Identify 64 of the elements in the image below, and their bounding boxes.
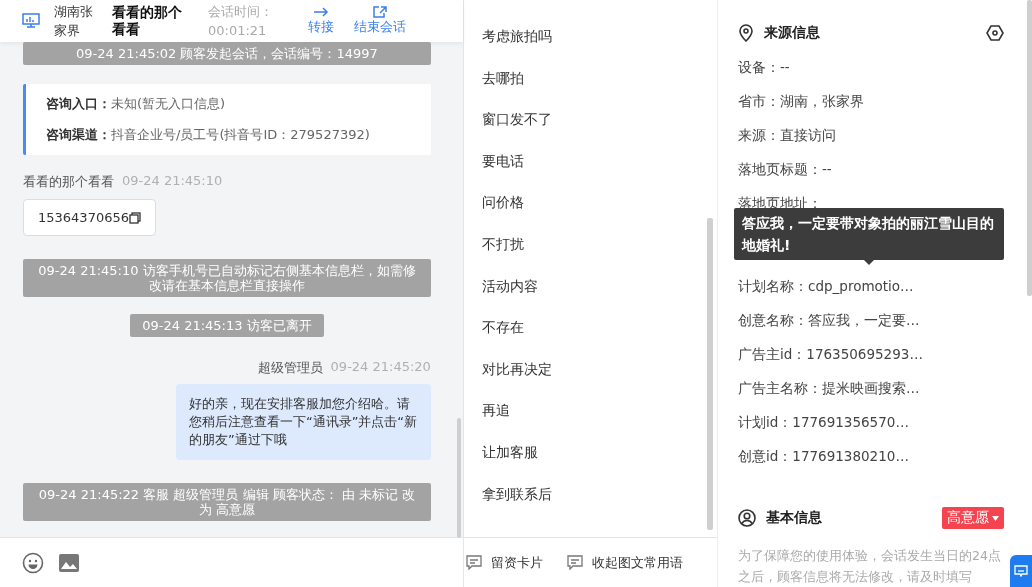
info-row-text: 咨询入口：未知(暂无入口信息) (46, 95, 227, 113)
message-time: 09-24 21:45:20 (330, 359, 431, 376)
emoji-icon[interactable] (22, 551, 44, 574)
message-time: 09-24 21:45:10 (122, 173, 223, 190)
arrow-right-icon (313, 6, 329, 18)
phone-number: 15364370656 (38, 210, 129, 225)
message-icon (566, 555, 583, 570)
info-row-text: 广告主名称：提米映画搜索… (738, 378, 921, 398)
scrollbar-icon (1027, 0, 1032, 296)
system-message: 09-24 21:45:22 客服 超级管理员 编辑 顾客状态： 由 未标记 改为 高意愿 (23, 483, 431, 521)
quick-reply[interactable]: 对比再决定 (481, 348, 552, 391)
quick-reply[interactable]: 不存在 (481, 307, 524, 349)
system-message: 09-24 21:45:10 访客手机号已自动标记右侧基本信息栏，如需修改请在基本信息栏直接操作 (23, 259, 431, 297)
message-bubble: 好的亲，现在安排客服加您介绍哈。请您稍后注意查看一下“通讯录”并点击“新的朋友”通过下哦 (175, 384, 431, 460)
settings-icon[interactable] (986, 24, 1004, 41)
quick-reply[interactable]: 活动内容 (481, 265, 538, 308)
quick-reply[interactable]: 去哪拍 (481, 57, 524, 100)
quick-reply[interactable]: 让加客服 (481, 431, 538, 474)
tooltip: 答应我，一定要带对象拍的丽江雪山目的地婚礼! (734, 207, 1004, 260)
info-row-text: 落地页标题：-- (738, 159, 833, 179)
message-icon (465, 555, 482, 570)
visitor-location: 湖南张家界 (54, 3, 94, 40)
section-title: 来源信息 (764, 23, 821, 42)
header-action-button[interactable]: 转接 (308, 6, 334, 36)
visitor-name: 看看的那个看看 (112, 4, 183, 38)
sender-name: 超级管理员 (257, 359, 323, 377)
scrollbar-icon (707, 218, 713, 530)
quick-reply[interactable]: 考虑旅拍吗 (481, 16, 552, 58)
info-row-text: 设备：-- (738, 57, 791, 77)
copy-icon (129, 211, 141, 224)
quick-reply[interactable]: 拿到联系后 (481, 473, 552, 516)
section-title: 基本信息 (766, 509, 823, 528)
monitor-icon (22, 13, 40, 29)
session-duration: 会话时间： 00:01:21 (208, 3, 274, 40)
header-action-button[interactable]: 结束会话 (354, 6, 406, 36)
info-row-text: 计划名称：cdp_promotio… (738, 276, 915, 296)
system-message: 09-24 21:45:02 顾客发起会话，会话编号：14997 (23, 42, 431, 65)
info-row-text: 广告主id：176350695293… (738, 344, 924, 364)
info-row-text: 创意id：177691380210… (738, 446, 910, 466)
scrollbar-icon (456, 418, 461, 538)
info-row-text: 来源：直接访问 (738, 125, 837, 145)
quick-reply[interactable]: 要电话 (481, 140, 524, 183)
location-pin-icon (738, 23, 754, 42)
quick-reply[interactable]: 不打扰 (481, 223, 524, 266)
info-row-text: 省市：湖南，张家界 (738, 91, 865, 111)
footer-button[interactable]: 收起图文常用语 (566, 553, 683, 572)
notice-text: 为了保障您的使用体验，会话发生当日的24点之后，顾客信息将无法修改，请及时填写 (738, 547, 1002, 586)
quick-reply[interactable]: 问价格 (481, 182, 524, 224)
sender-name: 看看的那个看看 (23, 173, 114, 191)
caret-icon (992, 515, 999, 521)
system-message: 09-24 21:45:13 访客已离开 (130, 314, 324, 337)
info-row-text: 计划id：177691356570… (738, 412, 910, 432)
exit-icon (373, 6, 387, 18)
info-row-text: 创意名称：答应我，一定要… (738, 310, 921, 330)
image-icon[interactable] (58, 552, 80, 573)
info-row-text: 咨询渠道：抖音企业号/员工号(抖音号ID：279527392) (46, 126, 371, 144)
chat-button[interactable] (1010, 555, 1032, 587)
tooltip-pointer (864, 259, 874, 265)
quick-reply[interactable]: 再追 (481, 390, 510, 432)
footer-button[interactable]: 留资卡片 (465, 553, 543, 572)
quick-reply[interactable]: 窗口发不了 (481, 99, 552, 141)
chat-icon (1014, 565, 1028, 577)
user-icon (738, 509, 756, 528)
status-dropdown[interactable]: 高意愿 (942, 507, 1004, 530)
